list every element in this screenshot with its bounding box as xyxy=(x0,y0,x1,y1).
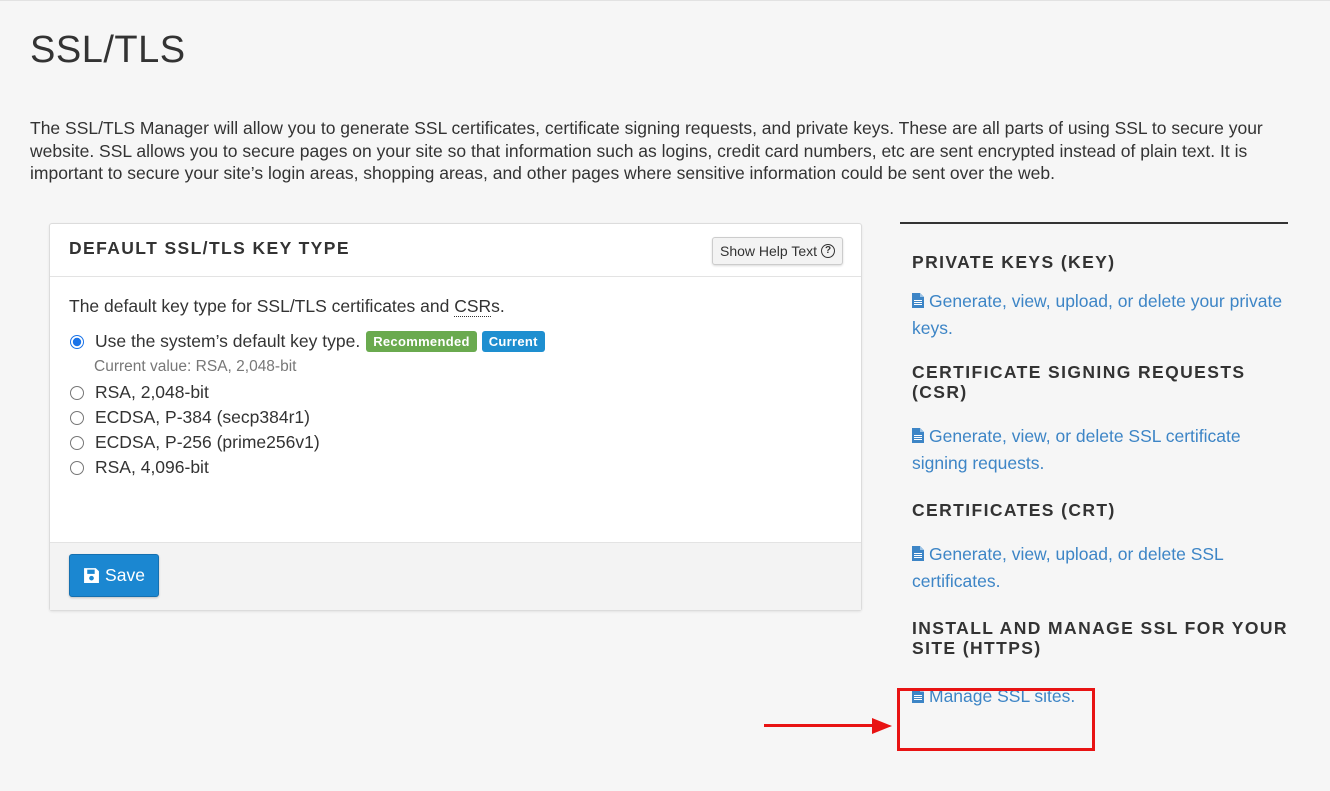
option-label: ECDSA, P-384 (secp384r1) xyxy=(95,407,310,427)
panel-header: DEFAULT SSL/TLS KEY TYPE Show Help Text … xyxy=(50,224,861,277)
file-icon xyxy=(912,293,924,308)
current-value-text: Current value: RSA, 2,048-bit xyxy=(94,358,297,375)
link-certificates[interactable]: Generate, view, upload, or delete SSL ce… xyxy=(912,541,1288,595)
option-rsa-2048[interactable]: RSA, 2,048-bit xyxy=(69,380,842,405)
panel-title: DEFAULT SSL/TLS KEY TYPE xyxy=(69,238,350,258)
section-title-install-manage: INSTALL AND MANAGE SSL FOR YOUR SITE (HT… xyxy=(912,618,1288,658)
current-badge: Current xyxy=(481,331,545,352)
default-key-type-panel: DEFAULT SSL/TLS KEY TYPE Show Help Text … xyxy=(49,223,862,611)
option-label: Use the system’s default key type. xyxy=(95,331,361,351)
option-ecdsa-p256[interactable]: ECDSA, P-256 (prime256v1) xyxy=(69,430,842,455)
option-label: RSA, 4,096-bit xyxy=(95,457,209,477)
question-circle-icon: ? xyxy=(821,244,835,258)
file-icon xyxy=(912,546,924,561)
option-rsa-4096[interactable]: RSA, 4,096-bit xyxy=(69,455,842,480)
link-csr[interactable]: Generate, view, or delete SSL certificat… xyxy=(912,423,1288,477)
radio-ecdsa-p384[interactable] xyxy=(70,410,84,425)
key-type-description: The default key type for SSL/TLS certifi… xyxy=(69,296,505,317)
panel-footer: Save xyxy=(50,542,861,610)
file-icon xyxy=(912,428,924,443)
annotation-arrow-shaft xyxy=(764,724,874,727)
radio-ecdsa-p256[interactable] xyxy=(70,435,84,450)
section-title-csr: CERTIFICATE SIGNING REQUESTS (CSR) xyxy=(912,362,1246,402)
save-button[interactable]: Save xyxy=(69,554,159,597)
highlight-box xyxy=(897,688,1095,751)
annotation-arrow-icon xyxy=(872,718,892,734)
sidebar: PRIVATE KEYS (KEY) Generate, view, uploa… xyxy=(900,222,1288,710)
help-button-label: Show Help Text xyxy=(719,243,817,259)
floppy-disk-icon xyxy=(84,568,99,583)
show-help-text-button[interactable]: Show Help Text ? xyxy=(711,237,843,265)
section-title-private-keys: PRIVATE KEYS (KEY) xyxy=(912,252,1116,272)
option-label: RSA, 2,048-bit xyxy=(95,382,209,402)
radio-rsa-2048[interactable] xyxy=(70,385,84,400)
radio-rsa-4096[interactable] xyxy=(70,460,84,475)
save-label: Save xyxy=(105,565,145,585)
csr-abbr: CSR xyxy=(454,296,492,317)
link-private-keys[interactable]: Generate, view, upload, or delete your p… xyxy=(912,288,1288,342)
option-label: ECDSA, P-256 (prime256v1) xyxy=(95,432,320,452)
intro-text: The SSL/TLS Manager will allow you to ge… xyxy=(30,118,1263,183)
page-title: SSL/TLS xyxy=(30,29,186,71)
option-ecdsa-p384[interactable]: ECDSA, P-384 (secp384r1) xyxy=(69,405,842,430)
option-system-default[interactable]: Use the system’s default key type. Recom… xyxy=(69,329,842,354)
section-title-certificates: CERTIFICATES (CRT) xyxy=(912,500,1116,520)
radio-system-default[interactable] xyxy=(70,334,84,349)
recommended-badge: Recommended xyxy=(366,331,477,352)
panel-body: The default key type for SSL/TLS certifi… xyxy=(69,296,842,480)
